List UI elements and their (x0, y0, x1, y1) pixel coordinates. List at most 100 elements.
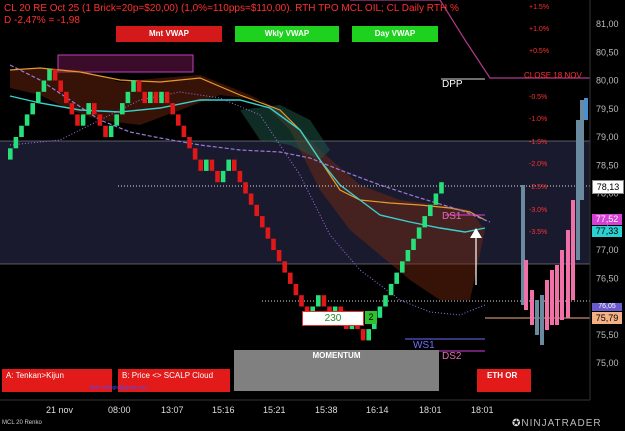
ninja-star-icon: ✪ (512, 418, 522, 429)
renko-brick (187, 137, 192, 149)
tpo-bar (530, 290, 534, 325)
weekly-vwap-button[interactable]: Wkly VWAP (235, 26, 339, 42)
ws1-label: WS1 (413, 340, 435, 351)
renko-brick (69, 103, 75, 115)
tenkan-price-flag: 77,33 (592, 226, 622, 237)
price-tick: 80,50 (596, 47, 619, 57)
tpo-bar (576, 120, 580, 260)
tpo-bar (571, 200, 575, 300)
eth-or-button[interactable]: ETH OR (477, 369, 531, 392)
tpo-bar (535, 300, 539, 335)
renko-brick (120, 103, 125, 115)
chart-window[interactable]: 81,0080,5080,0079,5079,0078,5078,0077,50… (0, 0, 625, 431)
ws1-price-flag: 76,05 (592, 303, 622, 311)
renko-brick (439, 182, 444, 194)
price-tick: 81,00 (596, 19, 619, 29)
renko-brick (366, 329, 371, 341)
time-tick: 21 nov (46, 405, 74, 415)
renko-brick (220, 170, 226, 183)
renko-brick (164, 91, 170, 104)
dpp-label: DPP (442, 79, 463, 90)
renko-brick (198, 159, 203, 171)
renko-brick (159, 91, 164, 104)
renko-brick (254, 204, 259, 217)
time-tick: 13:07 (161, 405, 184, 415)
brand-logo: ✪NINJATRADER (512, 418, 602, 429)
tpo-bar (524, 260, 528, 310)
renko-brick (24, 114, 30, 126)
renko-brick (321, 295, 327, 307)
renko-brick (47, 69, 52, 81)
renko-brick (422, 216, 427, 228)
pct-label: -3.0% (529, 207, 548, 214)
tpo-bar (580, 100, 584, 200)
renko-brick (405, 250, 411, 262)
renko-brick (316, 295, 321, 307)
renko-brick (148, 91, 153, 104)
renko-brick (176, 114, 181, 126)
renko-brick (19, 125, 24, 137)
renko-brick (136, 80, 142, 92)
monthly-vwap-button[interactable]: Mnt VWAP (116, 26, 222, 42)
renko-brick (226, 159, 231, 171)
brick-counter: 230 (302, 311, 364, 326)
ds1-price-flag: 77,52 (592, 214, 622, 225)
time-tick: 15:38 (315, 405, 338, 415)
renko-brick (377, 306, 383, 318)
close-label: CLOSE 18 NOV (524, 71, 582, 80)
renko-brick (293, 283, 299, 296)
renko-brick (142, 91, 147, 104)
renko-brick (400, 261, 405, 273)
pct-label: -2.0% (529, 161, 548, 168)
renko-brick (288, 272, 293, 284)
renko-brick (271, 238, 276, 250)
renko-brick (237, 170, 243, 183)
renko-brick (248, 193, 254, 205)
tpo-bar (550, 270, 554, 325)
author-email: Mail: bellogie@gmail.com (90, 385, 148, 391)
time-tick: 15:21 (263, 405, 286, 415)
price-tick: 76,50 (596, 273, 619, 283)
day-vwap-button[interactable]: Day VWAP (352, 26, 438, 42)
renko-brick (13, 137, 19, 149)
last-price-flag: 78,13 (592, 180, 624, 194)
ds2-label: DS2 (442, 351, 462, 362)
instrument-footer: MCL 20 Renko (2, 420, 42, 426)
renko-brick (416, 227, 422, 239)
renko-brick (433, 193, 439, 205)
session-box (57, 54, 194, 73)
renko-brick (108, 125, 114, 137)
renko-brick (30, 103, 35, 115)
time-tick: 16:14 (366, 405, 389, 415)
renko-brick (428, 204, 433, 217)
renko-brick (411, 238, 416, 250)
renko-brick (192, 148, 198, 160)
renko-chart-panel[interactable]: 81,0080,5080,0079,5079,0078,5078,0077,50… (0, 0, 625, 431)
tpo-bar (540, 295, 544, 345)
renko-brick (204, 159, 209, 171)
price-tick: 79,00 (596, 132, 619, 142)
renko-brick (394, 272, 399, 284)
renko-brick (153, 91, 159, 104)
momentum-label: MOMENTUM (312, 351, 361, 360)
price-tick: 79,50 (596, 104, 619, 114)
tpo-bar (560, 250, 564, 320)
ds1-label: DS1 (442, 211, 462, 222)
renko-brick (243, 182, 248, 194)
renko-brick (388, 283, 394, 296)
renko-brick (282, 261, 287, 273)
renko-brick (114, 114, 119, 126)
renko-brick (41, 80, 47, 92)
tpo-bar (555, 265, 559, 325)
renko-brick (36, 91, 41, 104)
renko-brick (276, 250, 282, 262)
pct-label: -1.5% (529, 139, 548, 146)
eth-price-flag: 75,79 (592, 312, 622, 324)
price-tick: 78,50 (596, 160, 619, 170)
renko-brick (383, 295, 388, 307)
renko-brick (232, 159, 237, 171)
renko-brick (52, 69, 58, 81)
tpo-bar (566, 230, 570, 318)
brand-name: NINJATRADER (521, 418, 602, 429)
renko-brick (92, 103, 97, 115)
